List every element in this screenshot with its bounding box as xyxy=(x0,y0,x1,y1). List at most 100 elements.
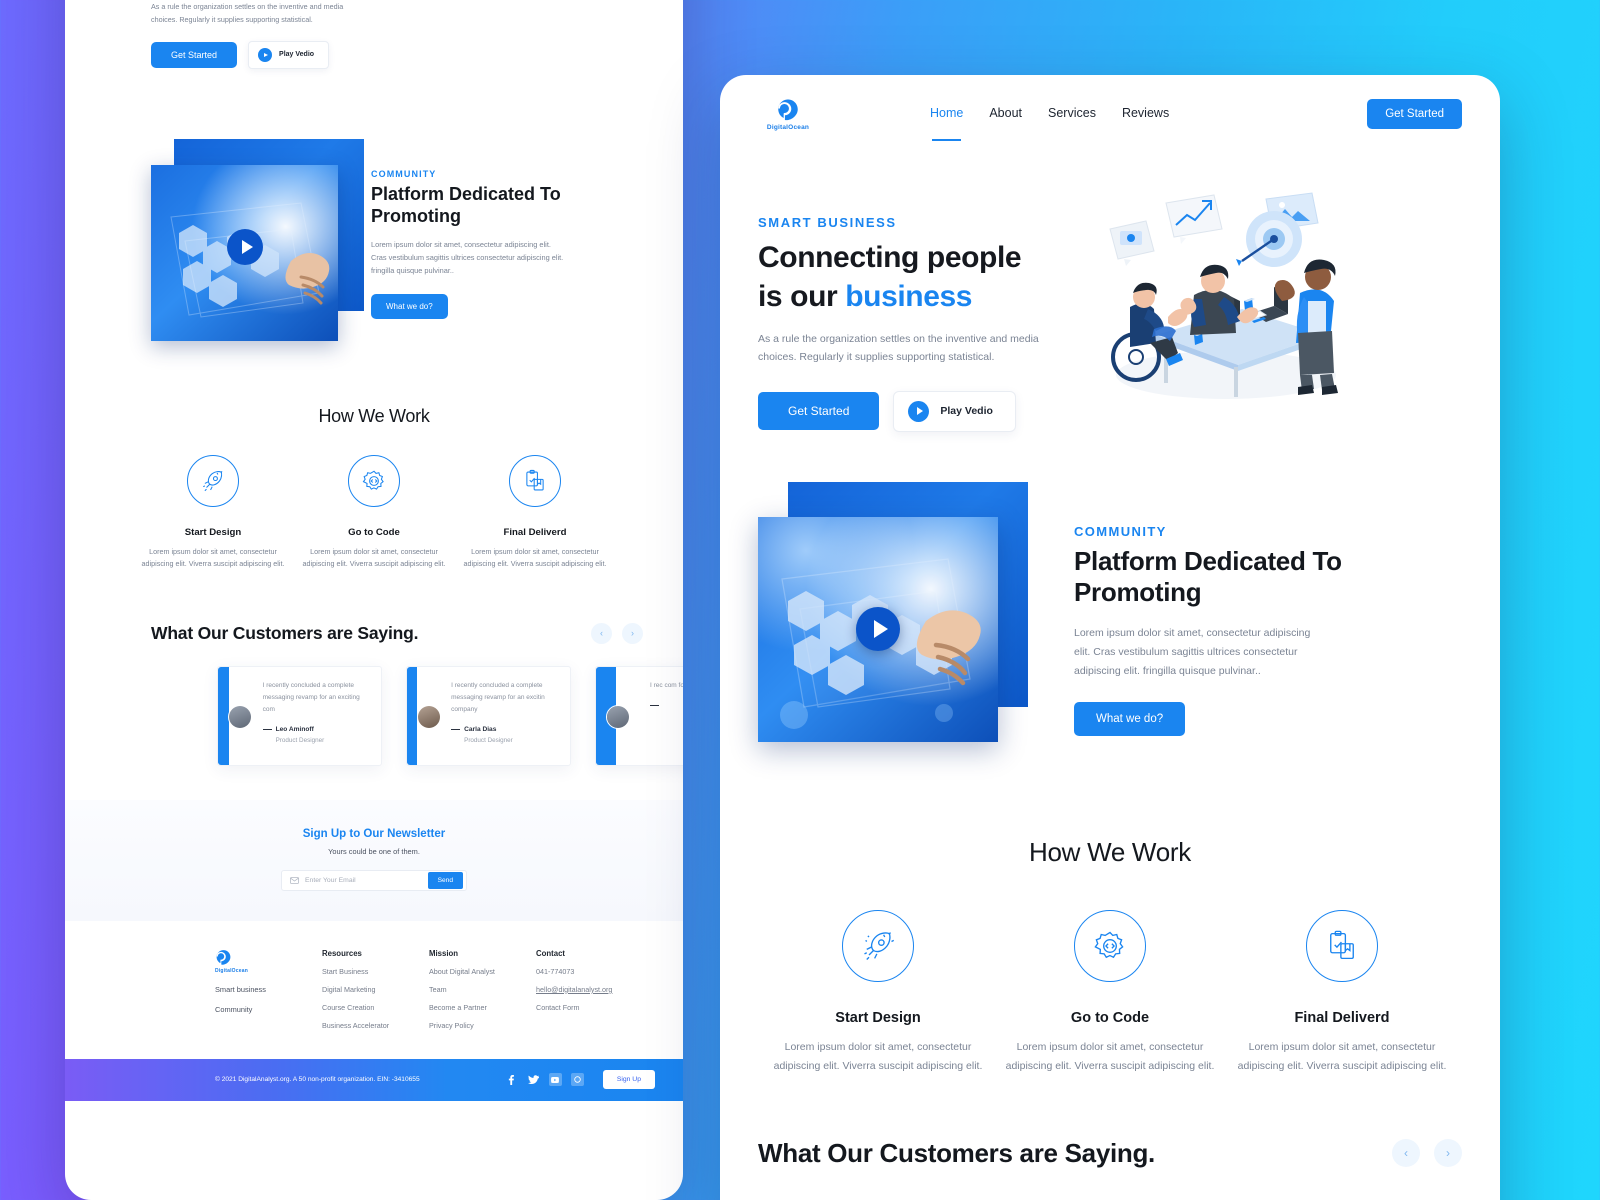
newsletter-email-input[interactable]: Enter Your Email xyxy=(305,877,428,884)
left-testimonial-row: I recently concluded a complete messagin… xyxy=(65,644,683,766)
left-community-body: Lorem ipsum dolor sit amet, consectetur … xyxy=(371,239,564,276)
community-text: COMMUNITY Platform Dedicated To Promotin… xyxy=(1058,482,1462,737)
footer-link[interactable]: Digital Marketing xyxy=(322,985,429,994)
footer-link[interactable]: Privacy Policy xyxy=(429,1021,536,1030)
logo[interactable]: DigitalOcean xyxy=(758,98,818,131)
play-overlay-button[interactable] xyxy=(856,606,900,651)
footer-email-link[interactable]: hello@digitalanalyst.org xyxy=(536,985,643,994)
footer-column-heading: Contact xyxy=(536,948,566,958)
hww-card: Start Design Lorem ipsum dolor sit amet,… xyxy=(762,909,994,1076)
footer-phone: 041-774073 xyxy=(536,966,575,976)
customers-title: What Our Customers are Saying. xyxy=(758,1137,1155,1168)
dribbble-icon[interactable] xyxy=(570,1073,584,1087)
left-hero-body: As a rule the organization settles on th… xyxy=(151,2,344,25)
left-how-we-work-section: How We Work Start Design Lorem ipsum dol… xyxy=(65,354,683,571)
footer-logo: DigitalOcean xyxy=(215,949,322,974)
nav-item-services[interactable]: Services xyxy=(1048,106,1096,122)
footer-link[interactable]: Course Creation xyxy=(322,1003,429,1012)
avatar xyxy=(228,704,252,729)
hww-card: Final Deliverd Lorem ipsum dolor sit ame… xyxy=(1226,909,1458,1076)
footer-link[interactable]: About Digital Analyst xyxy=(429,967,536,976)
clipboard-check-icon xyxy=(1306,909,1378,982)
navbar: DigitalOcean Home About Services Reviews… xyxy=(720,75,1500,153)
newsletter-section: Sign Up to Our Newsletter Yours could be… xyxy=(65,799,683,921)
testimonial-name xyxy=(650,702,683,709)
avatar xyxy=(606,704,630,729)
how-we-work-cards: Start Design Lorem ipsum dolor sit amet,… xyxy=(720,909,1500,1076)
nav-item-about[interactable]: About xyxy=(989,106,1022,122)
avatar xyxy=(417,704,441,729)
copyright-text: © 2021 DigitalAnalyst.org. A 50 non-prof… xyxy=(215,1076,420,1084)
left-hero-buttons: Get Started Play Vedio xyxy=(65,40,683,69)
testimonial-quote: I rec com for a the ( spac xyxy=(650,681,683,689)
community-eyebrow: COMMUNITY xyxy=(1074,523,1167,539)
chevron-right-icon[interactable]: › xyxy=(622,622,643,644)
play-triangle-icon xyxy=(241,239,253,254)
left-community-title: Platform Dedicated To Promoting xyxy=(371,183,561,227)
newsletter-title: Sign Up to Our Newsletter xyxy=(302,827,446,840)
newsletter-send-button[interactable]: Send xyxy=(427,871,463,889)
left-hww-card-body: Lorem ipsum dolor sit amet, consectetur … xyxy=(463,546,607,569)
left-panel-content: As a rule the organization settles on th… xyxy=(65,0,683,1101)
testimonial-card[interactable]: I recently concluded a complete messagin… xyxy=(406,665,571,766)
community-media xyxy=(758,481,1058,767)
hero-title: Connecting people is our business xyxy=(758,238,1088,316)
left-what-we-do-button[interactable]: What we do? xyxy=(371,293,448,319)
footer-signup-button[interactable]: Sign Up xyxy=(602,1070,655,1090)
nav-item-home[interactable]: Home xyxy=(930,106,963,141)
what-we-do-button[interactable]: What we do? xyxy=(1074,702,1186,737)
play-icon xyxy=(908,400,930,422)
left-get-started-button[interactable]: Get Started xyxy=(151,41,238,68)
right-preview-panel: DigitalOcean Home About Services Reviews… xyxy=(720,75,1500,1200)
footer-brand-line: Smart business xyxy=(215,984,266,994)
testimonial-role: Product Designer xyxy=(464,736,513,744)
how-we-work-title: How We Work xyxy=(1029,836,1191,867)
footer-link[interactable]: Become a Partner xyxy=(429,1003,536,1012)
facebook-icon[interactable] xyxy=(505,1073,518,1086)
left-play-overlay-button[interactable] xyxy=(227,228,263,265)
left-community-section: COMMUNITY Platform Dedicated To Promotin… xyxy=(65,69,683,354)
hero-play-video-button[interactable]: Play Vedio xyxy=(893,390,1016,432)
gear-code-icon xyxy=(1074,909,1146,982)
hero-buttons: Get Started Play Vedio xyxy=(758,390,1088,432)
chevron-left-icon[interactable]: ‹ xyxy=(1392,1139,1420,1168)
testimonial-quote: I recently concluded a complete messagin… xyxy=(262,681,360,713)
envelope-icon xyxy=(290,877,299,884)
footer-link[interactable]: Contact Form xyxy=(536,1003,643,1012)
hww-card-body: Lorem ipsum dolor sit amet, consectetur … xyxy=(1237,1040,1447,1072)
footer-column-heading: Resources xyxy=(322,948,362,958)
play-icon xyxy=(258,47,273,62)
testimonial-card[interactable]: I recently concluded a complete messagin… xyxy=(217,665,382,766)
testimonial-name: Leo Aminoff xyxy=(262,726,371,733)
hero-eyebrow: SMART BUSINESS xyxy=(758,215,897,230)
left-community-media xyxy=(151,138,364,354)
youtube-icon[interactable] xyxy=(548,1073,562,1087)
community-section: COMMUNITY Platform Dedicated To Promotin… xyxy=(720,432,1500,767)
hww-card-title: Final Deliverd xyxy=(1294,1009,1390,1026)
footer-link[interactable]: Start Business xyxy=(322,967,429,976)
nav-get-started-button[interactable]: Get Started xyxy=(1367,99,1462,129)
hero-play-label: Play Vedio xyxy=(940,405,993,418)
hww-card-body: Lorem ipsum dolor sit amet, consectetur … xyxy=(1005,1040,1215,1072)
nav-item-reviews[interactable]: Reviews xyxy=(1122,106,1169,122)
testimonial-card[interactable]: I rec com for a the ( spac xyxy=(595,665,683,766)
rocket-icon xyxy=(187,454,239,507)
newsletter-form: Enter Your Email Send xyxy=(281,869,467,891)
chevron-left-icon[interactable]: ‹ xyxy=(591,622,612,644)
twitter-icon[interactable] xyxy=(527,1073,540,1086)
left-carousel-arrows: ‹ › xyxy=(591,622,643,644)
hero-title-line1: Connecting people xyxy=(758,241,1022,274)
footer-brand-name: DigitalOcean xyxy=(215,967,248,974)
footer-link[interactable]: Team xyxy=(429,985,536,994)
testimonial-accent-bar xyxy=(218,666,229,765)
left-customers-header: What Our Customers are Saying. ‹ › xyxy=(65,571,683,644)
left-play-video-button[interactable]: Play Vedio xyxy=(248,40,330,69)
left-hww-card-title: Go to Code xyxy=(348,526,400,538)
left-hww-card: Final Deliverd Lorem ipsum dolor sit ame… xyxy=(455,454,616,571)
chevron-right-icon[interactable]: › xyxy=(1434,1139,1462,1168)
hero-get-started-button[interactable]: Get Started xyxy=(758,392,880,431)
nav-links: Home About Services Reviews xyxy=(930,106,1169,141)
footer-link[interactable]: Business Accelerator xyxy=(322,1021,429,1030)
hww-card-title: Start Design xyxy=(835,1009,921,1026)
left-hww-card-body: Lorem ipsum dolor sit amet, consectetur … xyxy=(302,546,446,569)
